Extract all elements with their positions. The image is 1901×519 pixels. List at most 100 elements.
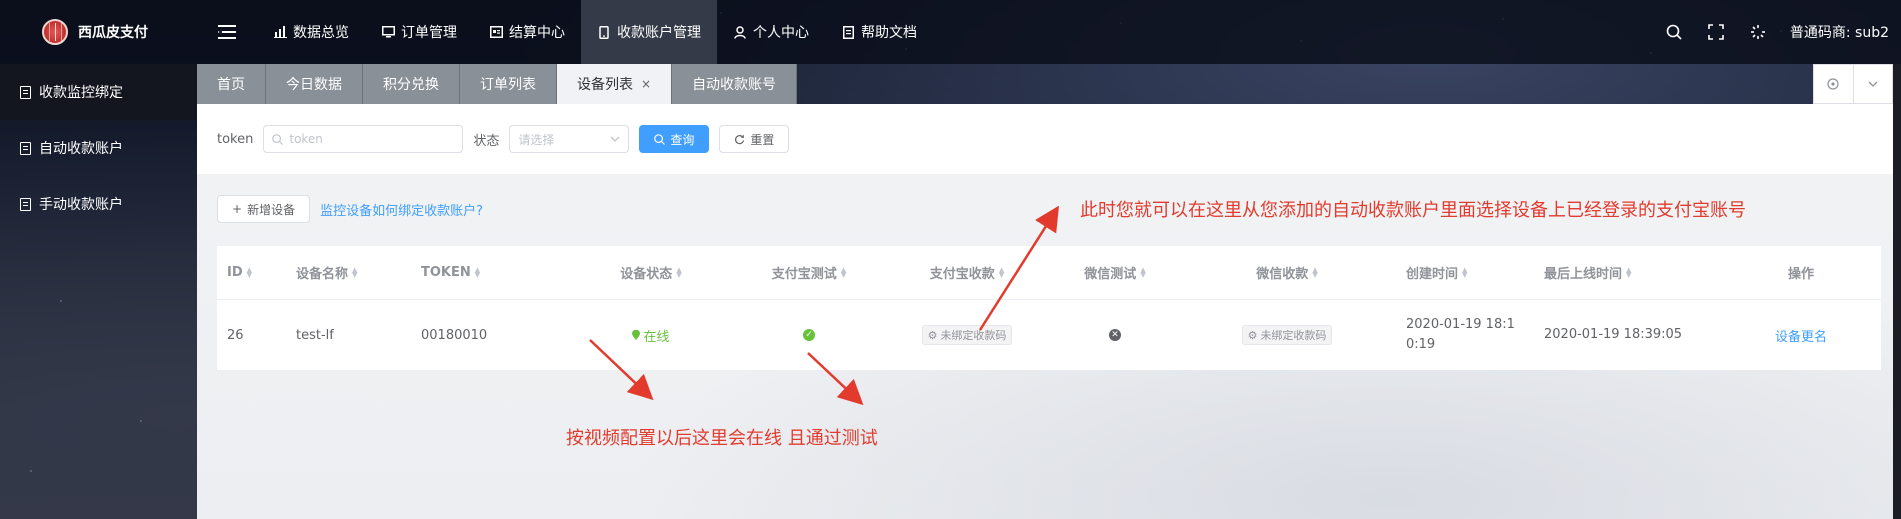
search-icon bbox=[654, 133, 666, 145]
top-header: 西瓜皮支付 数据总览 订单管理 结算中心 收款账户管理 个人中心 帮助文档 普通… bbox=[0, 0, 1901, 64]
plus-icon: + bbox=[232, 202, 243, 216]
add-device-button[interactable]: + 新增设备 bbox=[217, 195, 311, 223]
token-filter-label: token bbox=[217, 131, 254, 147]
sort-icon[interactable]: ▲ ▼ bbox=[1140, 266, 1145, 278]
search-icon bbox=[272, 133, 284, 145]
unbound-tag[interactable]: ⚙ 未绑定收款码 bbox=[1241, 325, 1333, 345]
refresh-icon bbox=[735, 134, 745, 144]
column-label: 最后上线时间 bbox=[1544, 267, 1623, 282]
nav-item-settlement[interactable]: 结算中心 bbox=[473, 0, 581, 64]
app-logo[interactable]: 西瓜皮支付 bbox=[0, 0, 197, 64]
column-header-alipay-test[interactable]: 支付宝测试 ▲ ▼ bbox=[736, 246, 882, 299]
table-header: ID ▲ ▼ 设备名称 ▲ ▼ TOKEN ▲ ▼ 设备状态 ▲ ▼ 支付宝测试 ▲ ▼ 支付宝收款… bbox=[217, 246, 1881, 300]
monitor-icon bbox=[381, 25, 395, 39]
cell-actions: 设备更名 bbox=[1721, 300, 1881, 370]
nav-item-orders[interactable]: 订单管理 bbox=[365, 0, 473, 64]
tab-auto-accounts[interactable]: 自动收款账号 bbox=[672, 64, 798, 104]
status-text: 在线 bbox=[643, 329, 670, 345]
sort-icon[interactable]: ▲ ▼ bbox=[841, 266, 846, 278]
user-icon bbox=[733, 25, 747, 39]
token-input[interactable]: token bbox=[263, 125, 464, 153]
column-label: 支付宝收款 bbox=[929, 267, 995, 282]
column-label: 设备状态 bbox=[620, 267, 673, 282]
search-button[interactable]: 查询 bbox=[639, 125, 710, 153]
tag-label: 未绑定收款码 bbox=[940, 329, 1007, 342]
column-label: ID bbox=[227, 265, 243, 280]
tab-label: 自动收款账号 bbox=[692, 77, 777, 93]
status-select[interactable]: 请选择 bbox=[509, 125, 630, 153]
tab-today-data[interactable]: 今日数据 bbox=[266, 64, 363, 104]
column-header-created[interactable]: 创建时间 ▲ ▼ bbox=[1396, 246, 1534, 299]
nav-item-label: 结算中心 bbox=[509, 25, 565, 41]
nav-item-profile[interactable]: 个人中心 bbox=[717, 0, 825, 64]
tab-device-list[interactable]: 设备列表 × bbox=[557, 64, 673, 104]
rename-device-link[interactable]: 设备更名 bbox=[1775, 326, 1827, 345]
sidebar-item-manual-accounts[interactable]: 手动收款账户 bbox=[0, 176, 197, 232]
sidebar-item-label: 手动收款账户 bbox=[39, 197, 123, 213]
nav-item-label: 个人中心 bbox=[753, 25, 809, 41]
sort-icon[interactable]: ▲ ▼ bbox=[247, 266, 252, 278]
nav-item-accounts[interactable]: 收款账户管理 bbox=[581, 0, 717, 64]
sort-icon[interactable]: ▲ ▼ bbox=[999, 266, 1004, 278]
document-icon bbox=[20, 85, 31, 99]
binding-help-link[interactable]: 监控设备如何绑定收款账户? bbox=[320, 200, 483, 219]
nav-item-help[interactable]: 帮助文档 bbox=[825, 0, 933, 64]
column-header-name[interactable]: 设备名称 ▲ ▼ bbox=[286, 246, 411, 299]
status-select-placeholder: 请选择 bbox=[518, 132, 555, 147]
table-row: 26 test-lf 00180010 在线 ✓ ⚙ 未绑定收款码 ✕ ⚙ 未绑… bbox=[217, 300, 1881, 370]
cell-token: 00180010 bbox=[421, 327, 488, 343]
column-header-status[interactable]: 设备状态 ▲ ▼ bbox=[566, 246, 736, 299]
close-circle-icon: ✕ bbox=[1109, 329, 1121, 341]
cell-alipay-test: ✓ bbox=[736, 300, 882, 370]
column-header-token[interactable]: TOKEN ▲ ▼ bbox=[411, 246, 566, 299]
loading-icon[interactable] bbox=[1748, 22, 1768, 42]
sort-icon[interactable]: ▲ ▼ bbox=[475, 266, 480, 278]
sort-icon[interactable]: ▲ ▼ bbox=[1312, 266, 1317, 278]
doc-icon bbox=[841, 25, 855, 39]
tab-order-list[interactable]: 订单列表 bbox=[460, 64, 557, 104]
column-label: 设备名称 bbox=[296, 267, 349, 282]
nav-item-dashboard[interactable]: 数据总览 bbox=[257, 0, 365, 64]
tab-label: 积分兑换 bbox=[383, 77, 439, 93]
column-header-last-online[interactable]: 最后上线时间 ▲ ▼ bbox=[1534, 246, 1721, 299]
tab-points-exchange[interactable]: 积分兑换 bbox=[363, 64, 460, 104]
column-header-wechat-test[interactable]: 微信测试 ▲ ▼ bbox=[1052, 246, 1178, 299]
target-circle-icon[interactable] bbox=[1814, 65, 1853, 103]
status-filter-label: 状态 bbox=[473, 133, 500, 149]
sort-icon[interactable]: ▲ ▼ bbox=[676, 266, 681, 278]
cell-alipay-account: ⚙ 未绑定收款码 bbox=[882, 300, 1052, 370]
sort-icon[interactable]: ▲ ▼ bbox=[352, 266, 357, 278]
sidebar-item-auto-accounts[interactable]: 自动收款账户 bbox=[0, 120, 197, 176]
nav-item-label: 订单管理 bbox=[401, 25, 457, 41]
column-header-alipay-account[interactable]: 支付宝收款 ▲ ▼ bbox=[882, 246, 1052, 299]
tab-close-icon[interactable]: × bbox=[641, 77, 651, 91]
unbound-tag[interactable]: ⚙ 未绑定收款码 bbox=[921, 325, 1013, 345]
cell-wechat-test: ✕ bbox=[1052, 300, 1178, 370]
location-pin-icon bbox=[632, 330, 641, 340]
user-account-label[interactable]: 普通码商: sub2 bbox=[1790, 22, 1889, 42]
gear-icon: ⚙ bbox=[1247, 328, 1258, 342]
tab-home[interactable]: 首页 bbox=[197, 64, 266, 104]
right-edge-scrollbar bbox=[1893, 64, 1901, 519]
column-header-id[interactable]: ID ▲ ▼ bbox=[217, 246, 286, 299]
nav-item-label: 帮助文档 bbox=[861, 25, 917, 41]
menu-toggle-icon[interactable] bbox=[197, 0, 257, 64]
column-label: 微信测试 bbox=[1084, 267, 1137, 282]
main-content: token token 状态 请选择 查询 重置 + 新增设备 监控设备如何绑定… bbox=[197, 104, 1901, 519]
sort-icon[interactable]: ▲ ▼ bbox=[1626, 266, 1631, 278]
column-header-actions: 操作 bbox=[1721, 246, 1881, 299]
chevron-down-icon[interactable] bbox=[1852, 65, 1893, 103]
nav-item-label: 数据总览 bbox=[293, 25, 349, 41]
cell-last-online-time: 2020-01-19 18:39:05 bbox=[1544, 327, 1683, 342]
tab-label: 订单列表 bbox=[480, 77, 536, 93]
reset-button[interactable]: 重置 bbox=[719, 125, 790, 153]
sort-icon[interactable]: ▲ ▼ bbox=[1462, 266, 1467, 278]
app-logo-text: 西瓜皮支付 bbox=[78, 25, 148, 41]
fullscreen-icon[interactable] bbox=[1706, 22, 1726, 42]
gear-icon: ⚙ bbox=[927, 328, 938, 342]
search-icon[interactable] bbox=[1664, 22, 1684, 42]
annotation-select-account-text: 此时您就可以在这里从您添加的自动收款账户里面选择设备上已经登录的支付宝账号 bbox=[1080, 200, 1746, 221]
token-input-placeholder: token bbox=[289, 132, 323, 146]
column-header-wechat-account[interactable]: 微信收款 ▲ ▼ bbox=[1178, 246, 1396, 299]
sidebar-item-monitor-binding[interactable]: 收款监控绑定 bbox=[0, 64, 197, 120]
